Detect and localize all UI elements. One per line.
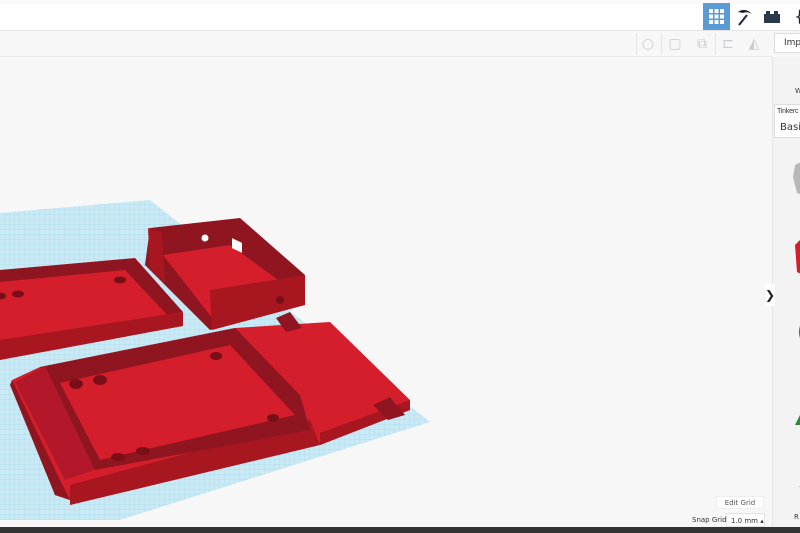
shape-thumbnails	[793, 161, 800, 487]
snap-grid-select[interactable]: 1.0 mm ▴	[726, 513, 765, 527]
mirror-button[interactable]: ◭	[742, 33, 766, 55]
pyramid-shape-icon[interactable]	[795, 409, 800, 425]
group-icon: ▢	[668, 36, 682, 52]
edit-grid-button[interactable]: Edit Grid	[716, 496, 764, 509]
library-select[interactable]: Tinkerc Basic	[774, 104, 800, 138]
3d-workplane[interactable]	[0, 57, 772, 527]
roof-shape-icon[interactable]	[795, 479, 800, 487]
edit-toolbar: ○ ▢ ⧉ ⊏ ◭	[0, 31, 772, 57]
codeblocks-icon: {	[794, 7, 800, 27]
align-icon: ⊏	[722, 36, 734, 52]
pickaxe-icon	[737, 9, 752, 26]
panel-label: W	[795, 87, 800, 95]
divider	[661, 33, 662, 55]
light-bulb-icon: ○	[641, 36, 655, 52]
codeblocks-button[interactable]: {	[786, 3, 800, 30]
library-value: Basic	[780, 122, 800, 133]
mirror-icon: ◭	[748, 36, 760, 52]
collapse-panel-button[interactable]: ❯	[765, 284, 775, 306]
group-button[interactable]: ▢	[663, 33, 687, 55]
align-button[interactable]: ⊏	[716, 33, 740, 55]
shape-label: R	[794, 513, 799, 521]
grid-view-button[interactable]	[703, 3, 730, 30]
bricks-view-button[interactable]	[758, 3, 785, 30]
ungroup-button[interactable]: ⧉	[690, 33, 714, 55]
box-shape-icon[interactable]	[795, 237, 800, 275]
grid-view-icon	[709, 9, 724, 24]
top-bar: {	[0, 0, 800, 31]
ungroup-icon: ⧉	[697, 36, 707, 52]
minecraft-view-button[interactable]	[731, 3, 758, 30]
import-button[interactable]: Impo	[774, 33, 800, 53]
chevron-right-icon: ❯	[764, 288, 776, 302]
title-strip	[0, 0, 800, 4]
bricks-icon	[763, 10, 780, 23]
snap-grid-label: Snap Grid	[692, 516, 727, 524]
bottom-border	[0, 527, 800, 533]
box-hole-shape-icon[interactable]	[793, 161, 800, 195]
library-heading: Tinkerc	[777, 108, 799, 115]
light-bulb-button[interactable]: ○	[636, 33, 660, 55]
